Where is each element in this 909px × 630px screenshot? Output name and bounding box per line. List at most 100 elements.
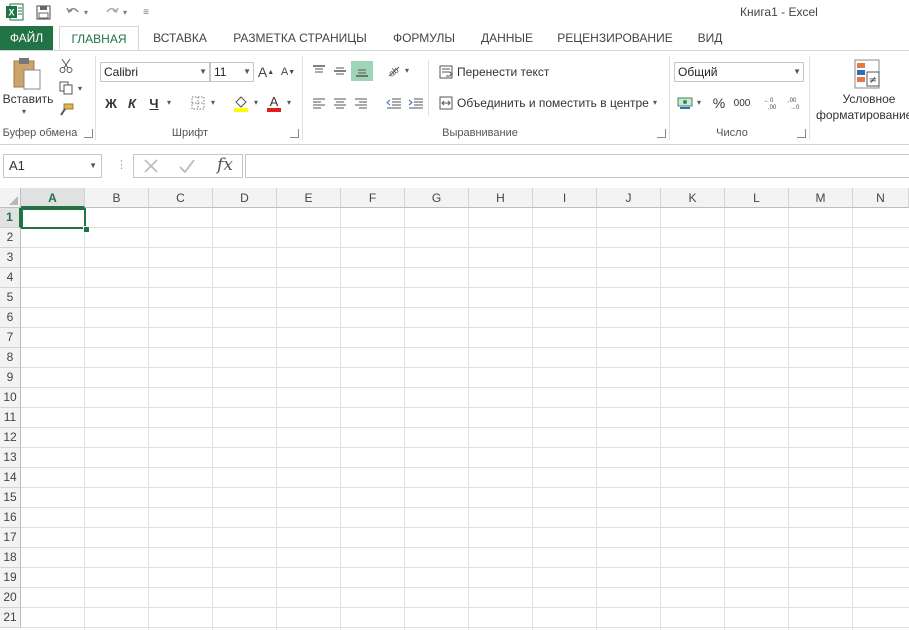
align-left-icon[interactable] <box>309 93 329 113</box>
merge-center-icon[interactable] <box>437 93 455 113</box>
percent-button[interactable]: % <box>709 93 729 113</box>
increase-decimal-icon[interactable]: ←0,00 <box>763 93 783 113</box>
borders-icon[interactable] <box>188 93 208 113</box>
merge-center-button[interactable]: Объединить и поместить в центре <box>457 96 649 110</box>
row-header[interactable]: 15 <box>0 488 21 508</box>
font-color-icon[interactable]: A <box>264 93 284 113</box>
decrease-decimal-icon[interactable]: ,00 →0 <box>785 93 805 113</box>
row-header[interactable]: 12 <box>0 428 21 448</box>
conditional-formatting-label1[interactable]: Условное <box>815 92 909 106</box>
row-header[interactable]: 18 <box>0 548 21 568</box>
column-header[interactable]: H <box>469 188 533 208</box>
tab-formulas[interactable]: ФОРМУЛЫ <box>385 26 463 50</box>
row-header[interactable]: 14 <box>0 468 21 488</box>
row-header[interactable]: 3 <box>0 248 21 268</box>
row-header[interactable]: 6 <box>0 308 21 328</box>
tab-home[interactable]: ГЛАВНАЯ <box>59 26 139 50</box>
save-icon[interactable] <box>32 2 54 22</box>
column-header[interactable]: B <box>85 188 149 208</box>
row-header[interactable]: 2 <box>0 228 21 248</box>
wrap-text-icon[interactable] <box>437 62 455 82</box>
redo-dropdown-icon[interactable]: ▾ <box>119 2 131 22</box>
thousands-separator-button[interactable]: 000 <box>731 93 753 113</box>
decrease-font-icon[interactable]: A ▼ <box>279 62 297 82</box>
column-header[interactable]: E <box>277 188 341 208</box>
column-header[interactable]: A <box>21 188 85 208</box>
number-format-combo[interactable]: Общий ▼ <box>674 62 804 82</box>
underline-dropdown-icon[interactable]: ▾ <box>167 98 171 107</box>
tab-data[interactable]: ДАННЫЕ <box>474 26 540 50</box>
tab-review[interactable]: РЕЦЕНЗИРОВАНИЕ <box>551 26 679 50</box>
fill-handle[interactable] <box>83 226 90 233</box>
fill-color-icon[interactable] <box>231 93 251 113</box>
row-header[interactable]: 4 <box>0 268 21 288</box>
bold-button[interactable]: Ж <box>101 93 121 113</box>
row-header[interactable]: 21 <box>0 608 21 628</box>
row-header[interactable]: 19 <box>0 568 21 588</box>
confirm-entry-icon[interactable] <box>176 156 198 176</box>
cut-icon[interactable] <box>56 56 76 76</box>
tab-view[interactable]: ВИД <box>690 26 730 50</box>
number-launcher-icon[interactable] <box>797 129 806 138</box>
orientation-dropdown-icon[interactable]: ▾ <box>405 66 409 75</box>
orientation-icon[interactable]: ab <box>384 61 404 81</box>
copy-icon[interactable] <box>56 78 76 98</box>
borders-dropdown-icon[interactable]: ▾ <box>211 98 215 107</box>
insert-function-button[interactable]: fx <box>212 155 238 175</box>
row-header[interactable]: 10 <box>0 388 21 408</box>
decrease-indent-icon[interactable] <box>384 93 404 113</box>
cancel-entry-icon[interactable] <box>140 156 162 176</box>
align-center-icon[interactable] <box>330 93 350 113</box>
align-right-icon[interactable] <box>351 93 371 113</box>
paste-button[interactable]: Вставить <box>2 92 54 106</box>
currency-icon[interactable] <box>675 93 695 113</box>
tab-insert[interactable]: ВСТАВКА <box>145 26 215 50</box>
increase-font-icon[interactable]: A ▲ <box>257 62 275 82</box>
merge-dropdown-icon[interactable]: ▾ <box>653 98 657 107</box>
font-size-combo[interactable]: 11 ▼ <box>210 62 254 82</box>
format-painter-icon[interactable] <box>56 100 76 120</box>
wrap-text-button[interactable]: Перенести текст <box>457 65 549 79</box>
tab-page-layout[interactable]: РАЗМЕТКА СТРАНИЦЫ <box>225 26 375 50</box>
row-header[interactable]: 13 <box>0 448 21 468</box>
copy-dropdown-icon[interactable]: ▾ <box>78 84 82 93</box>
column-header[interactable]: G <box>405 188 469 208</box>
row-header[interactable]: 5 <box>0 288 21 308</box>
column-header[interactable]: F <box>341 188 405 208</box>
column-header[interactable]: K <box>661 188 725 208</box>
font-launcher-icon[interactable] <box>290 129 299 138</box>
row-header[interactable]: 9 <box>0 368 21 388</box>
fill-color-dropdown-icon[interactable]: ▾ <box>254 98 258 107</box>
paste-dropdown-icon[interactable]: ▾ <box>22 107 26 116</box>
formula-input[interactable] <box>245 154 909 178</box>
formula-bar-splitter-icon[interactable]: ⋮ <box>116 158 127 171</box>
column-header[interactable]: D <box>213 188 277 208</box>
conditional-formatting-icon[interactable]: ≠ <box>852 58 882 90</box>
alignment-launcher-icon[interactable] <box>657 129 666 138</box>
row-header[interactable]: 20 <box>0 588 21 608</box>
name-box[interactable]: A1 ▼ <box>3 154 102 178</box>
active-cell[interactable] <box>21 208 86 229</box>
increase-indent-icon[interactable] <box>406 93 426 113</box>
column-header[interactable]: L <box>725 188 789 208</box>
column-header[interactable]: C <box>149 188 213 208</box>
paste-icon[interactable] <box>10 56 44 92</box>
customize-qat-icon[interactable]: ≡ <box>138 2 154 22</box>
row-header[interactable]: 8 <box>0 348 21 368</box>
row-header[interactable]: 16 <box>0 508 21 528</box>
clipboard-launcher-icon[interactable] <box>84 129 93 138</box>
font-name-combo[interactable]: Calibri ▼ <box>100 62 210 82</box>
tab-file[interactable]: ФАЙЛ <box>0 26 53 50</box>
undo-dropdown-icon[interactable]: ▾ <box>80 2 92 22</box>
row-header[interactable]: 17 <box>0 528 21 548</box>
row-header[interactable]: 7 <box>0 328 21 348</box>
align-middle-icon[interactable] <box>330 61 350 81</box>
align-bottom-icon[interactable] <box>351 61 373 81</box>
align-top-icon[interactable] <box>309 61 329 81</box>
currency-dropdown-icon[interactable]: ▾ <box>697 98 701 107</box>
column-header[interactable]: I <box>533 188 597 208</box>
column-header[interactable]: J <box>597 188 661 208</box>
underline-button[interactable]: Ч <box>144 93 164 113</box>
row-header[interactable]: 11 <box>0 408 21 428</box>
worksheet-grid[interactable] <box>0 188 909 630</box>
